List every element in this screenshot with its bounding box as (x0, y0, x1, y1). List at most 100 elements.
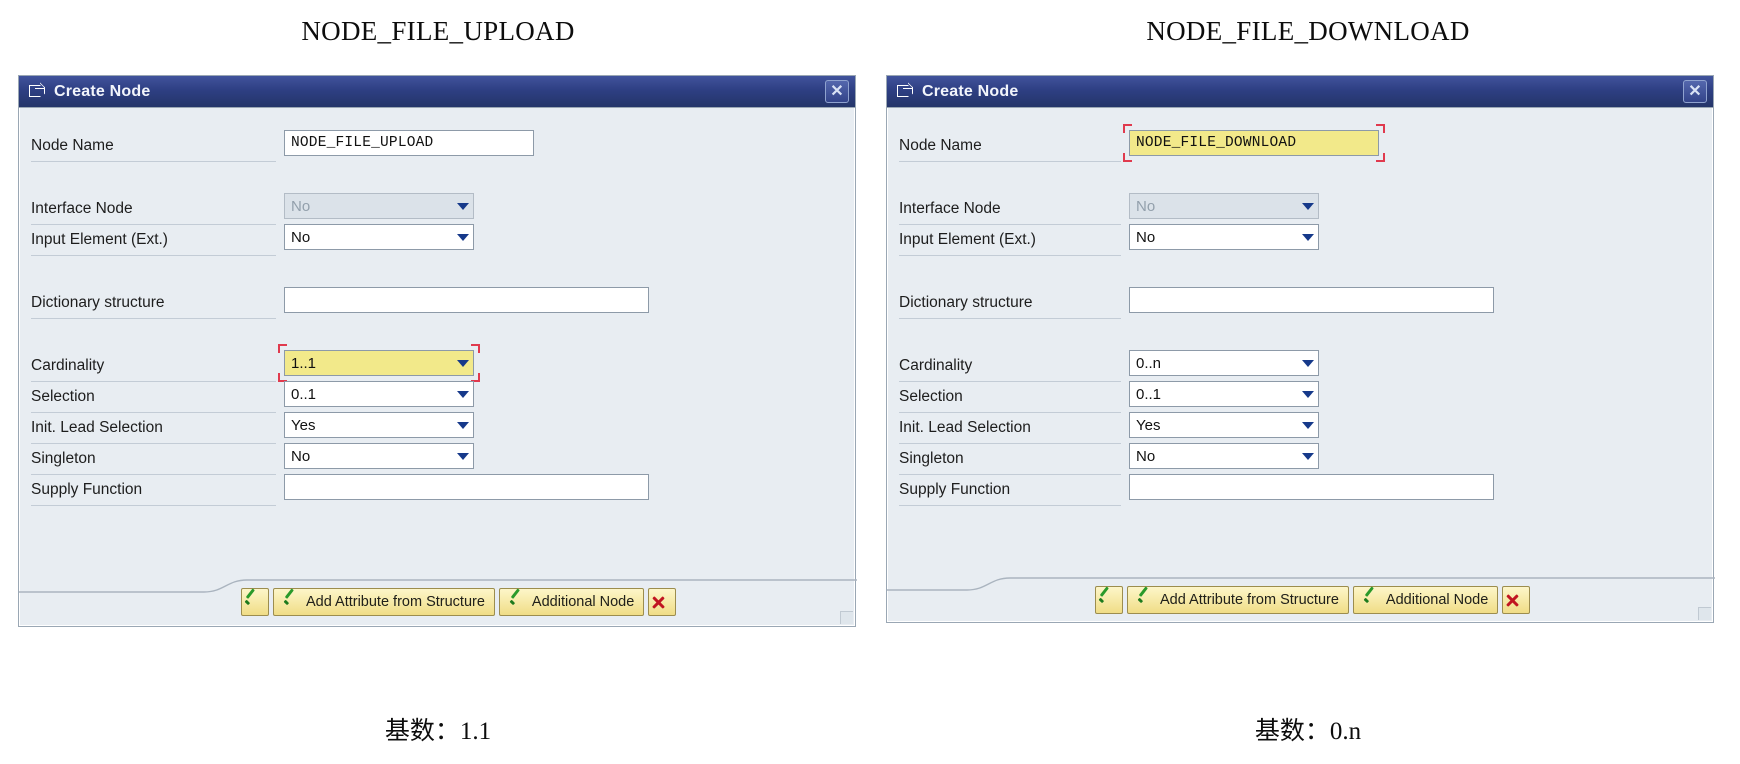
field-row-node-name: Node Name (887, 130, 982, 161)
field-row-selection: Selection (887, 381, 963, 412)
additional-node-button[interactable]: Additional Node (1352, 586, 1499, 615)
dialog-body-left: Node Name NODE_FILE_UPLOAD Interface Nod… (19, 108, 857, 626)
select-init-lead-selection[interactable]: Yes (1129, 412, 1319, 439)
label-supply-function: Supply Function (899, 480, 1011, 498)
confirm-button[interactable] (1095, 586, 1123, 615)
resize-grip[interactable] (1698, 607, 1711, 621)
field-row-interface-node: Interface Node (19, 193, 133, 224)
label-underline (31, 505, 276, 507)
select-cardinality[interactable]: 0..n (1129, 350, 1319, 377)
label-selection: Selection (899, 387, 963, 405)
chevron-down-icon (457, 203, 469, 211)
select-singleton[interactable]: No (284, 443, 474, 470)
field-row-interface-node: Interface Node (887, 193, 1001, 224)
label-dictionary-structure: Dictionary structure (31, 293, 165, 311)
field-row-singleton: Singleton (19, 443, 96, 474)
label-singleton: Singleton (899, 449, 964, 467)
select-selection[interactable]: 0..1 (1129, 381, 1319, 408)
body-row: Create Node ✕ Node Name NODE_FILE_UPLOAD… (0, 63, 1740, 694)
label-cardinality: Cardinality (899, 356, 973, 374)
close-icon[interactable]: ✕ (825, 80, 849, 104)
label-input-element: Input Element (Ext.) (31, 230, 168, 248)
chevron-down-icon (457, 234, 469, 242)
select-interface-node-value: No (291, 197, 311, 215)
chevron-down-icon (1302, 360, 1314, 368)
cancel-button[interactable] (1502, 586, 1531, 615)
dialog-button-bar-left: Add Attribute from Structure Additional … (241, 588, 677, 617)
input-supply-function[interactable] (284, 474, 649, 501)
confirm-button[interactable] (241, 588, 269, 617)
field-row-supply-function: Supply Function (19, 474, 142, 505)
select-selection[interactable]: 0..1 (284, 381, 474, 408)
create-node-icon (897, 82, 914, 99)
label-node-name: Node Name (31, 136, 114, 154)
field-row-init-lead-selection: Init. Lead Selection (19, 412, 163, 443)
label-cardinality: Cardinality (31, 356, 105, 374)
select-cardinality-value: 1..1 (291, 354, 317, 372)
select-input-element[interactable]: No (284, 224, 474, 251)
comparison-table: NODE_FILE_UPLOAD NODE_FILE_DOWNLOAD Crea… (0, 0, 1740, 764)
field-row-dictionary-structure: Dictionary structure (19, 287, 165, 318)
field-row-dictionary-structure: Dictionary structure (887, 287, 1033, 318)
select-cardinality-value: 0..n (1136, 354, 1162, 372)
select-interface-node: No (1129, 193, 1319, 220)
add-attribute-from-structure-button[interactable]: Add Attribute from Structure (1127, 586, 1349, 615)
select-singleton[interactable]: No (1129, 443, 1319, 470)
column-header-right: NODE_FILE_DOWNLOAD (1146, 16, 1470, 47)
chevron-down-icon (1302, 234, 1314, 242)
chevron-down-icon (457, 422, 469, 430)
select-selection-value: 0..1 (291, 385, 317, 403)
label-underline (899, 255, 1121, 257)
chevron-down-icon (457, 360, 469, 368)
create-node-dialog-right: Create Node ✕ Node Name NODE_FILE_DOWNLO… (886, 75, 1715, 624)
create-node-icon (29, 82, 46, 99)
caption-left: 基数：1.1 (384, 718, 492, 746)
select-cardinality[interactable]: 1..1 (284, 350, 474, 377)
chevron-down-icon (457, 453, 469, 461)
cancel-button[interactable] (648, 588, 677, 617)
check-icon (283, 595, 299, 609)
label-input-element: Input Element (Ext.) (899, 230, 1036, 248)
label-supply-function: Supply Function (31, 480, 143, 498)
chevron-down-icon (1302, 453, 1314, 461)
dialog-body-right: Node Name NODE_FILE_DOWNLOAD Interface N… (887, 108, 1715, 622)
select-input-element[interactable]: No (1129, 224, 1319, 251)
label-interface-node: Interface Node (31, 199, 133, 217)
resize-grip[interactable] (840, 611, 853, 625)
check-icon (509, 595, 525, 609)
select-init-lead-selection-value: Yes (291, 416, 316, 434)
close-x-icon (651, 595, 666, 610)
add-attribute-from-structure-button[interactable]: Add Attribute from Structure (273, 588, 495, 617)
additional-node-button[interactable]: Additional Node (498, 588, 645, 617)
input-node-name[interactable]: NODE_FILE_DOWNLOAD (1129, 130, 1379, 157)
label-underline (899, 505, 1121, 507)
column-header-left: NODE_FILE_UPLOAD (301, 16, 575, 47)
select-init-lead-selection[interactable]: Yes (284, 412, 474, 439)
label-underline (31, 255, 276, 257)
dialog-titlebar-right: Create Node ✕ (887, 76, 1713, 109)
add-attribute-label: Add Attribute from Structure (306, 594, 485, 611)
input-supply-function[interactable] (1129, 474, 1494, 501)
input-dictionary-structure[interactable] (284, 287, 649, 314)
input-node-name[interactable]: NODE_FILE_UPLOAD (284, 130, 534, 157)
label-underline (899, 161, 1121, 163)
chevron-down-icon (1302, 422, 1314, 430)
label-underline (31, 161, 276, 163)
select-interface-node-value: No (1136, 197, 1156, 215)
select-init-lead-selection-value: Yes (1136, 416, 1161, 434)
dialog-title-right: Create Node (922, 82, 1019, 100)
label-dictionary-structure: Dictionary structure (899, 293, 1033, 311)
input-dictionary-structure[interactable] (1129, 287, 1494, 314)
additional-node-label: Additional Node (1385, 592, 1489, 609)
close-icon[interactable]: ✕ (1683, 80, 1707, 104)
add-attribute-label: Add Attribute from Structure (1160, 592, 1339, 609)
select-selection-value: 0..1 (1136, 385, 1162, 403)
check-icon (1137, 593, 1153, 607)
dialog-button-bar-right: Add Attribute from Structure Additional … (1095, 586, 1531, 615)
label-init-lead-selection: Init. Lead Selection (31, 418, 163, 436)
check-icon (244, 595, 260, 609)
dialog-titlebar-left: Create Node ✕ (19, 76, 855, 109)
field-row-cardinality: Cardinality (19, 350, 104, 381)
label-underline (31, 318, 276, 320)
field-row-input-element: Input Element (Ext.) (887, 224, 1036, 255)
